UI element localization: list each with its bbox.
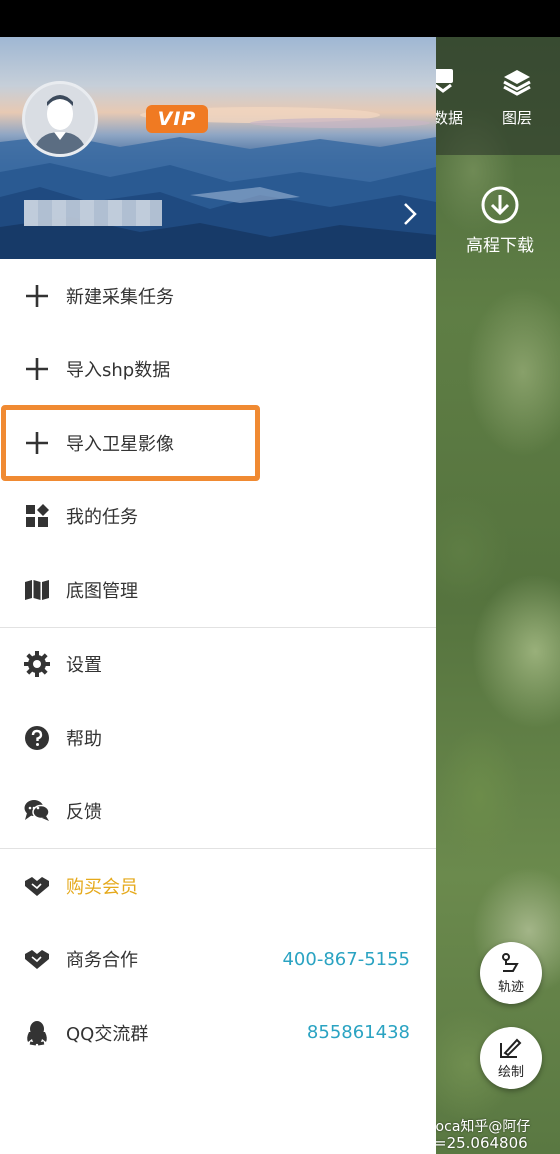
track-label: 轨迹: [497, 979, 524, 995]
map-icon: [24, 577, 50, 603]
menu-label: 商务合作: [66, 950, 138, 972]
elevation-label: 高程下载: [466, 236, 534, 256]
menu-label: 导入shp数据: [66, 360, 171, 382]
menu-item-buy-vip[interactable]: 购买会员: [0, 849, 436, 923]
user-icon: [33, 95, 87, 154]
draw-label: 绘制: [497, 1064, 524, 1080]
highlight-box: [1, 405, 260, 481]
qq-number-link[interactable]: 855861438: [307, 1022, 410, 1043]
menu-item-business[interactable]: 商务合作 400-867-5155: [0, 923, 436, 997]
menu-item-basemap[interactable]: 底图管理: [0, 553, 436, 627]
coordinate-readout: =25.064806: [434, 1134, 528, 1152]
menu-item-qq-group[interactable]: QQ交流群 855861438: [0, 996, 436, 1070]
drawer-menu: 新建采集任务 导入shp数据 导入卫星影像 我的任务 底图管理 设置 帮助 反馈…: [0, 259, 436, 1070]
watermark-text: Loca知乎@阿仔: [428, 1119, 531, 1135]
track-icon: [502, 952, 519, 972]
business-phone-link[interactable]: 400-867-5155: [282, 949, 410, 970]
layers-label: 图层: [501, 109, 532, 127]
menu-item-my-tasks[interactable]: 我的任务: [0, 480, 436, 554]
menu-label: QQ交流群: [66, 1023, 149, 1045]
menu-item-new-task[interactable]: 新建采集任务: [0, 259, 436, 333]
data-tool[interactable]: 数据: [436, 67, 468, 128]
profile-header[interactable]: VIP: [0, 37, 436, 259]
menu-item-help[interactable]: 帮助: [0, 701, 436, 775]
layers-tool[interactable]: 图层: [496, 67, 538, 128]
menu-label: 反馈: [66, 802, 102, 824]
grid-icon: [24, 503, 50, 529]
data-icon: [436, 69, 453, 93]
track-button[interactable]: 轨迹: [480, 942, 542, 1004]
menu-label: 新建采集任务: [66, 286, 174, 308]
handshake-icon: [24, 873, 50, 899]
username-blurred: [24, 200, 162, 226]
menu-item-feedback[interactable]: 反馈: [0, 775, 436, 849]
elevation-download-tool[interactable]: 高程下载: [460, 185, 540, 256]
navigation-drawer: VIP 新建采集任务 导入shp数据 导入卫星影像 我的任务 底图管理 设置 帮…: [0, 37, 436, 1154]
menu-label: 底图管理: [66, 580, 138, 602]
plus-icon: [24, 283, 50, 309]
status-bar: [0, 0, 560, 37]
chat-icon: [24, 798, 50, 824]
draw-button[interactable]: 绘制: [480, 1027, 542, 1089]
download-icon: [481, 186, 519, 224]
avatar[interactable]: [22, 81, 98, 157]
map-view[interactable]: 数据 图层 高程下载 轨迹 绘制: [436, 37, 560, 1154]
draw-icon: [500, 1038, 522, 1058]
menu-item-import-shp[interactable]: 导入shp数据: [0, 333, 436, 407]
menu-item-settings[interactable]: 设置: [0, 628, 436, 702]
gear-icon: [24, 651, 50, 678]
layers-icon: [503, 70, 531, 96]
menu-label: 我的任务: [66, 507, 138, 529]
chevron-right-icon[interactable]: [402, 201, 418, 227]
qq-penguin-icon: [24, 1020, 50, 1046]
handshake-icon: [24, 946, 50, 972]
menu-label: 购买会员: [66, 876, 138, 898]
vip-badge: VIP: [146, 105, 208, 133]
menu-label: 设置: [66, 655, 102, 677]
data-label: 数据: [436, 109, 463, 127]
menu-label: 帮助: [66, 728, 102, 750]
question-icon: [24, 725, 50, 751]
plus-icon: [24, 356, 50, 382]
